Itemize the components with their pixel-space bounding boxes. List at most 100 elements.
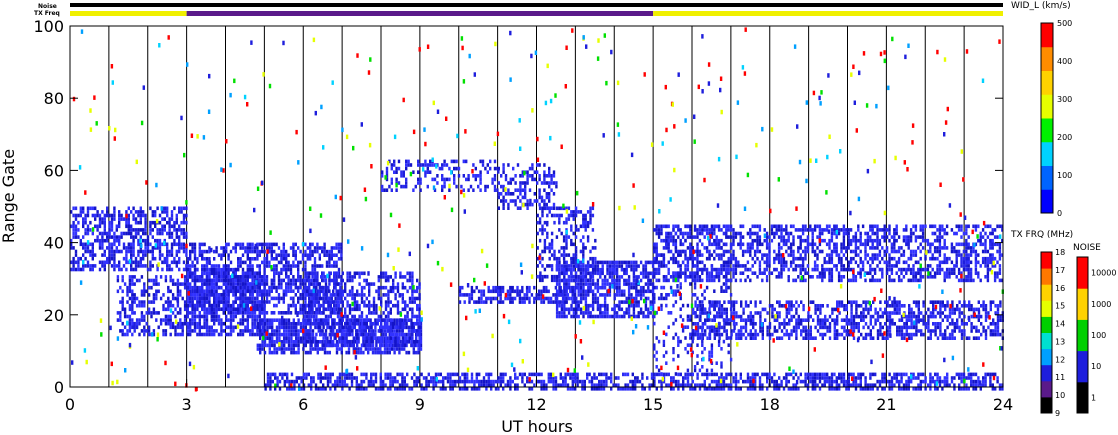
scatter-point	[110, 228, 114, 232]
scatter-point	[558, 260, 561, 265]
scatter-point	[285, 340, 288, 344]
scatter-point	[273, 318, 276, 322]
scatter-point	[86, 249, 90, 254]
scatter-point	[110, 224, 114, 229]
scatter-point	[360, 372, 363, 377]
scatter-point	[382, 285, 385, 290]
scatter-point	[389, 332, 392, 337]
scatter-point	[263, 311, 266, 315]
scatter-point	[413, 372, 416, 377]
scatter-point	[323, 347, 327, 351]
scatter-point	[353, 303, 356, 308]
scatter-point	[608, 282, 612, 286]
scatter-point	[128, 314, 132, 319]
scatter-point	[434, 383, 438, 387]
scatter-point	[567, 213, 571, 218]
scatter-point	[297, 300, 300, 304]
scatter-point	[175, 220, 178, 225]
scatter-point	[277, 260, 281, 265]
scatter-point	[332, 278, 335, 283]
scatter-point	[419, 163, 422, 167]
scatter-point	[579, 238, 583, 243]
scatter-point	[497, 181, 500, 185]
scatter-point	[403, 376, 406, 380]
scatter-point	[289, 289, 293, 293]
scatter-point	[208, 307, 211, 311]
scatter-point	[554, 383, 558, 387]
scatter-point	[234, 249, 237, 254]
scatter-point	[368, 307, 371, 312]
scatter-point	[304, 311, 307, 315]
scatter-point	[379, 350, 382, 355]
scatter-point	[615, 267, 619, 272]
scatter-point	[147, 329, 151, 333]
scatter-point	[794, 387, 798, 391]
scatter-point	[434, 372, 438, 377]
scatter-point	[649, 271, 652, 276]
scatter-point	[182, 242, 186, 247]
scatter-point	[715, 383, 718, 387]
scatter-point	[562, 383, 565, 387]
scatter-point	[189, 264, 192, 268]
scatter-point	[365, 296, 368, 301]
scatter-point	[514, 199, 517, 203]
scatter-point	[249, 246, 252, 250]
scatter-point	[706, 372, 709, 377]
scatter-point	[241, 289, 245, 293]
scatter-point	[256, 307, 259, 312]
scatter-point	[282, 246, 285, 250]
scatter-point	[338, 347, 341, 351]
scatter-point	[384, 325, 388, 330]
scatter-point	[149, 231, 152, 236]
scatter-point	[713, 387, 716, 391]
scatter-point	[686, 376, 690, 380]
scatter-point	[193, 246, 197, 250]
scatter-point	[384, 372, 387, 377]
scatter-point	[123, 311, 127, 315]
scatter-point	[590, 376, 594, 380]
scatter-point	[145, 329, 148, 333]
scatter-point	[215, 271, 218, 276]
scatter-point	[570, 271, 573, 276]
scatter-point	[166, 267, 169, 272]
scatter-point	[239, 300, 242, 304]
scatter-point	[135, 278, 139, 283]
scatter-point	[189, 325, 192, 330]
scatter-point	[577, 267, 580, 272]
scatter-point	[560, 267, 564, 272]
scatter-point	[613, 260, 616, 265]
scatter-point	[381, 184, 384, 189]
scatter-point	[167, 285, 170, 290]
scatter-point	[144, 228, 147, 232]
scatter-point	[329, 311, 332, 315]
scatter-point	[601, 278, 604, 283]
scatter-point	[710, 387, 714, 391]
scatter-point	[289, 278, 293, 283]
scatter-point	[507, 192, 510, 196]
scatter-point	[615, 311, 619, 315]
scatter-point	[261, 318, 264, 322]
scatter-point	[268, 340, 271, 344]
scatter-point	[305, 293, 308, 297]
scatter-point	[101, 235, 104, 239]
scatter-point	[308, 311, 311, 315]
scatter-point	[960, 387, 963, 391]
scatter-point	[383, 188, 386, 192]
scatter-point	[203, 332, 206, 337]
scatter-point	[140, 289, 144, 294]
scatter-point	[127, 213, 130, 218]
scatter-point	[246, 296, 249, 301]
scatter-point	[215, 311, 218, 315]
scatter-point	[360, 321, 364, 326]
scatter-point	[74, 206, 78, 211]
scatter-point	[201, 325, 204, 330]
scatter-point	[147, 311, 151, 315]
scatter-point	[96, 238, 99, 243]
scatter-point	[159, 318, 163, 322]
scatter-point	[589, 311, 592, 315]
scatter-point	[72, 256, 75, 261]
scatter-point	[227, 242, 230, 247]
scatter-point	[528, 202, 532, 207]
scatter-point	[344, 282, 347, 286]
scatter-point	[533, 372, 536, 377]
